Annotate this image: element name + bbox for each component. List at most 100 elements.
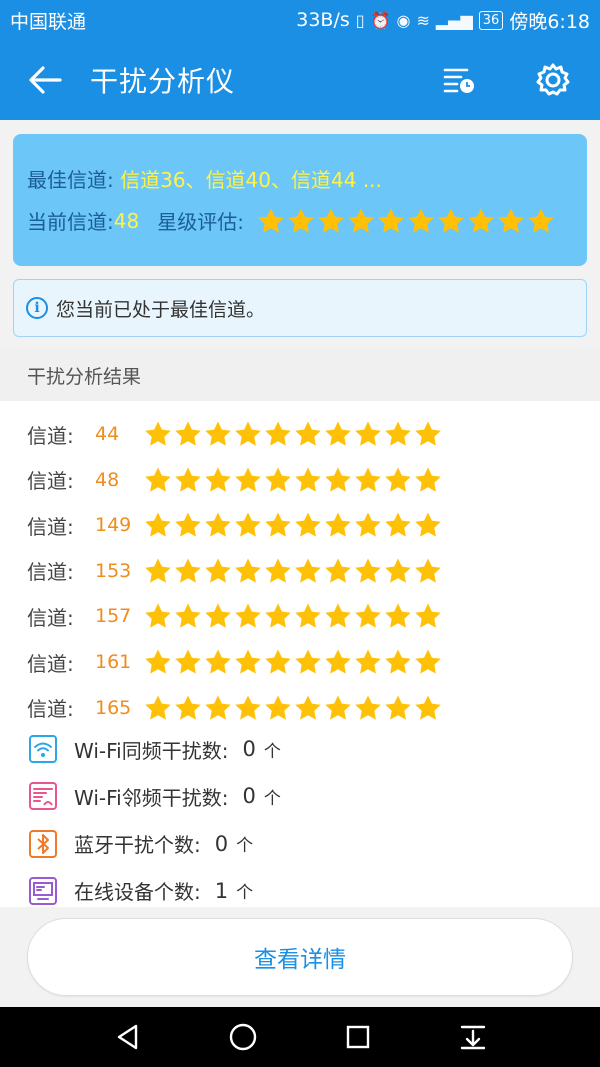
nav-notification-button[interactable] <box>443 1007 503 1067</box>
stat-row: 在线设备个数: 1 个 <box>28 874 253 908</box>
channel-row: 信道: 153 <box>27 554 443 588</box>
star-icon <box>325 603 351 628</box>
star-icon <box>265 649 291 674</box>
star-icon <box>318 208 344 233</box>
star-icon <box>205 649 231 674</box>
star-icon <box>468 208 494 233</box>
channel-number: 157 <box>95 605 132 628</box>
star-icon <box>288 208 314 233</box>
nav-recents-button[interactable] <box>328 1007 388 1067</box>
star-icon <box>175 603 201 628</box>
notice-text: 您当前已处于最佳信道。 <box>56 298 266 321</box>
star-icon <box>265 421 291 446</box>
star-icon <box>145 603 171 628</box>
vibrate-icon: ▯ <box>355 10 365 30</box>
star-icon <box>175 695 201 720</box>
wifi-icon: ≋ <box>416 10 430 30</box>
view-details-button[interactable]: 查看详情 <box>27 918 573 996</box>
stat-icon-wrap <box>28 829 58 859</box>
star-icon <box>415 467 441 492</box>
star-icon <box>205 421 231 446</box>
star-icon <box>355 467 381 492</box>
back-button[interactable] <box>0 40 90 120</box>
stat-unit: 个 <box>236 883 254 904</box>
rating-label: 星级评估: <box>157 210 244 234</box>
channel-number: 149 <box>95 514 132 537</box>
4g-signal-icon: ▂▄▆ <box>435 10 473 30</box>
best-channel-row: 最佳信道: 信道36、信道40、信道44 ... <box>27 164 382 193</box>
star-icon <box>295 558 321 583</box>
current-channel-row: 当前信道: 48 星级评估: <box>27 206 556 235</box>
star-icon <box>355 603 381 628</box>
star-icon <box>355 512 381 537</box>
stat-label: Wi-Fi同频干扰数: <box>74 738 229 763</box>
star-icon <box>235 558 261 583</box>
star-icon <box>355 695 381 720</box>
star-icon <box>145 649 171 674</box>
star-icon <box>295 421 321 446</box>
star-icon <box>145 695 171 720</box>
results-header: 干扰分析结果 <box>0 349 600 401</box>
star-icon <box>175 512 201 537</box>
stat-value: 0 <box>214 831 229 856</box>
stat-unit: 个 <box>263 788 281 809</box>
star-icon <box>265 467 291 492</box>
app-bar: 干扰分析仪 <box>0 40 600 120</box>
arrow-left-icon <box>29 66 62 94</box>
notice-banner: i 您当前已处于最佳信道。 <box>13 279 587 337</box>
nav-home-button[interactable] <box>213 1007 273 1067</box>
channel-rating-stars <box>143 694 443 722</box>
star-icon <box>175 649 201 674</box>
star-icon <box>175 558 201 583</box>
star-icon <box>385 512 411 537</box>
history-button[interactable] <box>424 40 494 120</box>
stat-icon-wrap <box>28 876 58 906</box>
alarm-icon: ⏰ <box>370 10 391 30</box>
star-icon <box>348 208 374 233</box>
stat-row: Wi-Fi同频干扰数: 0 个 <box>28 732 281 766</box>
bluetooth-icon <box>29 829 57 858</box>
star-icon <box>205 558 231 583</box>
device-icon <box>29 876 57 905</box>
star-icon <box>265 603 291 628</box>
star-icon <box>295 512 321 537</box>
star-icon <box>408 208 434 233</box>
stat-icon-wrap <box>28 734 58 764</box>
star-icon <box>205 512 231 537</box>
system-nav-bar <box>0 1007 600 1067</box>
star-icon <box>385 467 411 492</box>
star-icon <box>325 695 351 720</box>
channel-number: 165 <box>95 696 132 719</box>
channel-row: 信道: 44 <box>27 417 443 451</box>
stat-row: Wi-Fi邻频干扰数: 0 个 <box>28 779 281 813</box>
stat-value: 0 <box>242 784 256 809</box>
star-icon <box>528 208 554 233</box>
channel-row: 信道: 165 <box>27 691 443 725</box>
stat-unit: 个 <box>236 836 254 857</box>
star-icon <box>205 603 231 628</box>
star-icon <box>205 467 231 492</box>
channel-number: 153 <box>95 559 132 582</box>
channel-rating-stars <box>143 648 443 676</box>
settings-button[interactable] <box>518 40 588 120</box>
stat-unit: 个 <box>263 741 281 762</box>
channel-rating-stars <box>143 602 443 630</box>
channel-label: 信道: <box>27 469 74 494</box>
channel-label: 信道: <box>27 605 74 630</box>
stat-row: 蓝牙干扰个数: 0 个 <box>28 827 253 861</box>
wifi-adjacent-icon <box>29 782 57 811</box>
star-icon <box>145 467 171 492</box>
star-icon <box>258 208 284 233</box>
channel-label: 信道: <box>27 697 74 722</box>
star-icon <box>355 558 381 583</box>
channel-row: 信道: 149 <box>27 508 443 542</box>
star-icon <box>295 649 321 674</box>
star-icon <box>325 558 351 583</box>
best-channel-value: 信道36、信道40、信道44 ... <box>120 168 382 192</box>
star-icon <box>415 603 441 628</box>
channel-rating-stars <box>143 420 443 448</box>
channel-number: 161 <box>95 651 132 673</box>
status-icons: 33B/s ▯ ⏰ ◉ ≋ ▂▄▆ 36 傍晚6:18 <box>296 7 590 34</box>
nav-back-button[interactable] <box>98 1007 158 1067</box>
clock: 傍晚6:18 <box>509 10 590 33</box>
